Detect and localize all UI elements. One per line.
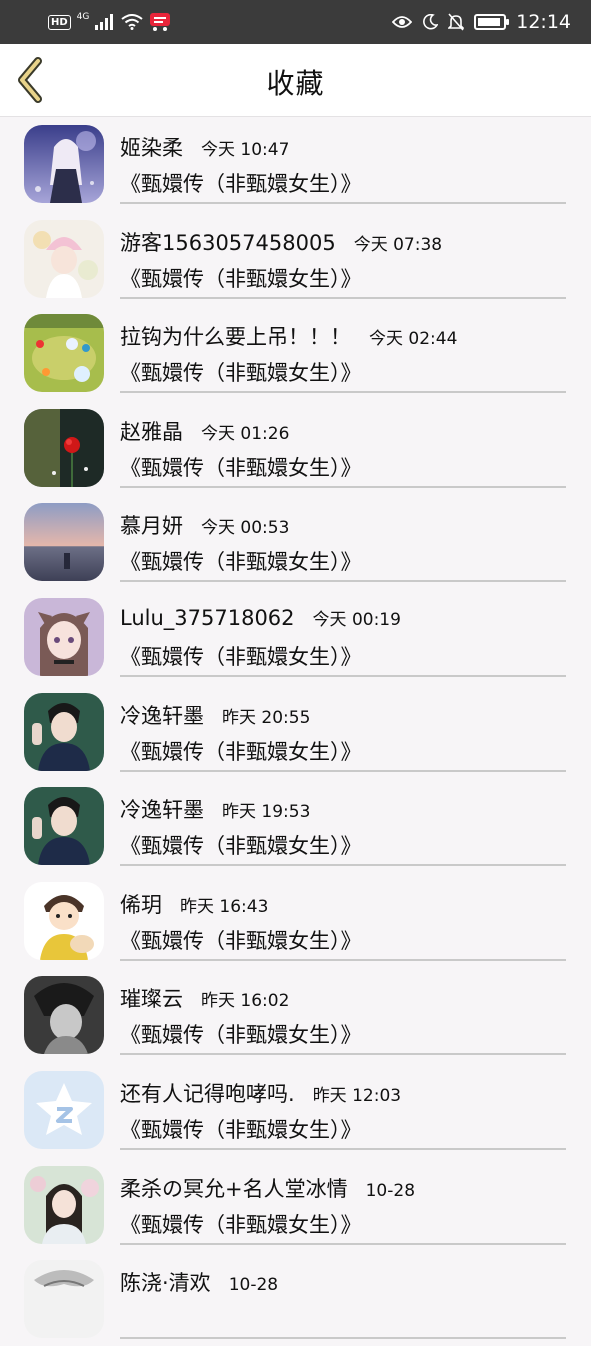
item-title: 《甄嬛传（非甄嬛女生）》 — [120, 1023, 362, 1048]
divider — [120, 485, 566, 488]
item-title: 《甄嬛传（非甄嬛女生）》 — [120, 739, 362, 764]
avatar[interactable] — [24, 125, 104, 203]
item-time: 昨天 20:55 — [222, 707, 311, 728]
user-name: 拉钩为什么要上吊！！！ — [120, 325, 351, 350]
item-title: 《甄嬛传（非甄嬛女生）》 — [120, 644, 362, 669]
user-name: 陈浇·清欢 — [120, 1271, 211, 1296]
item-title: 《甄嬛传（非甄嬛女生）》 — [120, 834, 362, 859]
moon-icon — [423, 14, 439, 30]
divider — [120, 1337, 566, 1340]
list-item[interactable]: Lulu_375718062 今天 00:19 《甄嬛传（非甄嬛女生）》 — [0, 589, 591, 684]
status-left: HD 4G — [48, 10, 171, 34]
user-name: 赵雅晶 — [120, 419, 183, 444]
divider — [120, 202, 566, 204]
favorites-list: 姬染柔 今天 10:47 《甄嬛传（非甄嬛女生）》 游客156305745800… — [0, 116, 591, 1346]
item-time: 10-28 — [365, 1180, 416, 1201]
nav-bar: 收藏 — [0, 44, 591, 117]
divider — [120, 391, 566, 394]
divider — [120, 1242, 566, 1245]
item-title: 《甄嬛传（非甄嬛女生）》 — [120, 1212, 362, 1237]
hd-icon: HD — [48, 14, 71, 30]
status-right: 12:14 — [392, 8, 571, 36]
item-time: 今天 07:38 — [353, 234, 443, 255]
divider — [120, 674, 566, 677]
user-name: 柔杀の冥允+名人堂冰情 — [120, 1176, 348, 1201]
user-name: 慕月妍 — [120, 514, 183, 539]
battery-level — [478, 18, 501, 26]
divider — [120, 580, 566, 583]
list-item[interactable]: 柔杀の冥允+名人堂冰情 10-28 《甄嬛传（非甄嬛女生）》 — [0, 1157, 591, 1252]
user-name: 璀璨云 — [120, 987, 183, 1012]
item-time: 今天 02:44 — [369, 329, 458, 350]
network-type: 4G — [76, 12, 90, 22]
list-item[interactable]: 姬染柔 今天 10:47 《甄嬛传（非甄嬛女生）》 — [0, 116, 591, 211]
list-item[interactable]: 游客1563057458005 今天 07:38 《甄嬛传（非甄嬛女生）》 — [0, 211, 591, 306]
divider — [120, 958, 566, 961]
item-time: 昨天 16:02 — [201, 991, 290, 1012]
list-item[interactable]: 陈浇·清欢 10-28 — [0, 1251, 591, 1346]
list-item[interactable]: 慕月妍 今天 00:53 《甄嬛传（非甄嬛女生）》 — [0, 494, 591, 589]
avatar[interactable] — [24, 692, 104, 771]
divider — [120, 1147, 566, 1150]
user-name: Lulu_375718062 — [120, 605, 295, 630]
item-title: 《甄嬛传（非甄嬛女生）》 — [120, 266, 362, 291]
user-name: 冷逸轩墨 — [120, 798, 204, 823]
divider — [120, 864, 566, 867]
avatar[interactable] — [24, 1070, 104, 1149]
item-time: 昨天 16:43 — [180, 896, 269, 917]
item-title: 《甄嬛传（非甄嬛女生）》 — [120, 172, 362, 196]
avatar[interactable] — [24, 503, 104, 582]
item-title: 《甄嬛传（非甄嬛女生）》 — [120, 928, 362, 953]
list-item[interactable]: 赵雅晶 今天 01:26 《甄嬛传（非甄嬛女生）》 — [0, 400, 591, 495]
user-name: 还有人记得咆哮吗. — [120, 1081, 295, 1106]
divider — [120, 769, 566, 772]
clock: 12:14 — [516, 11, 571, 33]
avatar[interactable] — [24, 597, 104, 676]
user-name: 俙玥 — [120, 892, 162, 917]
item-title: 《甄嬛传（非甄嬛女生）》 — [120, 361, 362, 386]
item-time: 昨天 12:03 — [312, 1085, 402, 1106]
avatar[interactable] — [24, 408, 104, 487]
divider — [120, 1053, 566, 1056]
battery-icon — [474, 14, 510, 30]
status-bar: HD 4G 12:14 — [0, 0, 591, 44]
bell-off-icon — [448, 13, 465, 31]
item-title: 《甄嬛传（非甄嬛女生）》 — [120, 1117, 362, 1142]
user-name: 冷逸轩墨 — [120, 703, 204, 728]
page-title: 收藏 — [266, 67, 325, 100]
list-item[interactable]: 冷逸轩墨 昨天 20:55 《甄嬛传（非甄嬛女生）》 — [0, 684, 591, 779]
item-time: 昨天 19:53 — [222, 802, 311, 823]
signal-icon — [95, 14, 114, 30]
avatar[interactable] — [24, 881, 104, 960]
item-time: 今天 00:19 — [312, 609, 401, 630]
list-item[interactable]: 俙玥 昨天 16:43 《甄嬛传（非甄嬛女生）》 — [0, 873, 591, 968]
avatar[interactable] — [24, 1260, 104, 1339]
item-time: 今天 00:53 — [201, 518, 290, 539]
item-title: 《甄嬛传（非甄嬛女生）》 — [120, 455, 362, 480]
user-name: 姬染柔 — [120, 136, 183, 160]
list-item[interactable]: 璀璨云 昨天 16:02 《甄嬛传（非甄嬛女生）》 — [0, 967, 591, 1062]
avatar[interactable] — [24, 787, 104, 866]
avatar[interactable] — [24, 976, 104, 1055]
list-item[interactable]: 还有人记得咆哮吗. 昨天 12:03 《甄嬛传（非甄嬛女生）》 — [0, 1062, 591, 1157]
list-item[interactable]: 拉钩为什么要上吊！！！ 今天 02:44 《甄嬛传（非甄嬛女生）》 — [0, 305, 591, 400]
avatar[interactable] — [24, 1165, 104, 1244]
item-time: 今天 10:47 — [201, 140, 290, 160]
item-title: 《甄嬛传（非甄嬛女生）》 — [120, 550, 362, 575]
list-item[interactable]: 冷逸轩墨 昨天 19:53 《甄嬛传（非甄嬛女生）》 — [0, 778, 591, 873]
avatar[interactable] — [24, 314, 104, 393]
app-notification-icon — [150, 13, 171, 31]
item-time: 今天 01:26 — [201, 423, 290, 444]
eye-icon — [392, 16, 413, 28]
avatar[interactable] — [24, 219, 104, 298]
divider — [120, 296, 566, 299]
item-time: 10-28 — [228, 1275, 279, 1296]
wifi-icon — [121, 14, 143, 30]
user-name: 游客1563057458005 — [120, 230, 336, 255]
